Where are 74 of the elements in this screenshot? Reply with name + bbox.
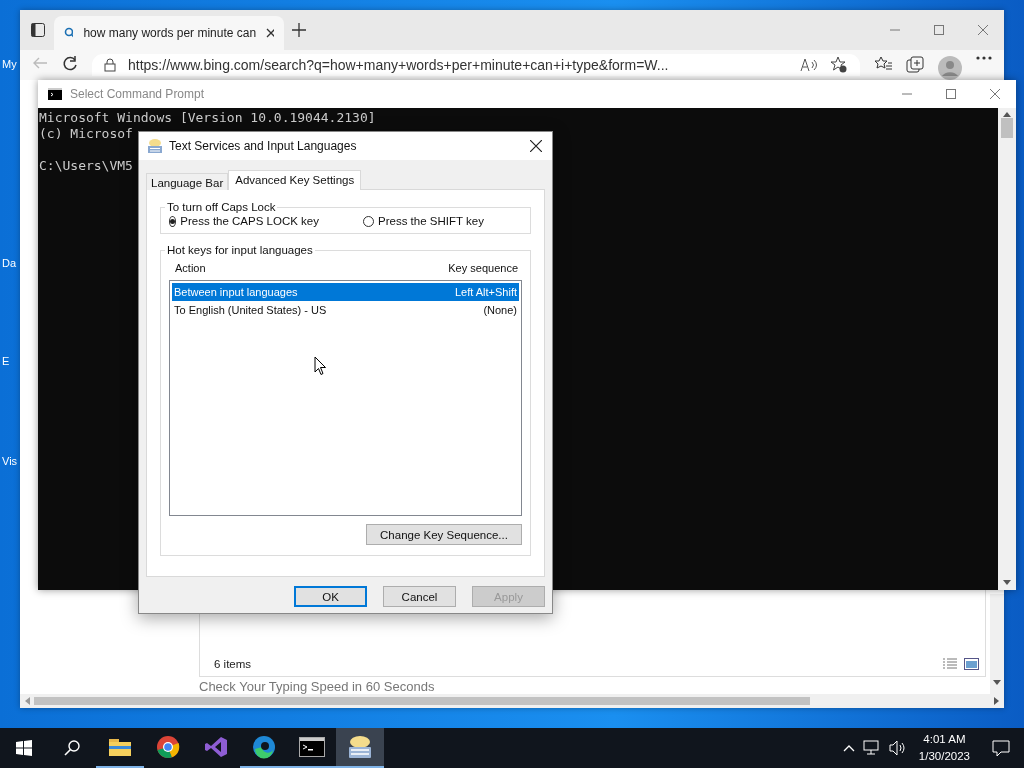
network-icon[interactable] [862, 740, 881, 756]
console-scrollbar[interactable] [998, 108, 1016, 590]
column-header: Key sequence [448, 262, 518, 274]
clock-time: 4:01 AM [923, 732, 966, 747]
mouse-cursor-icon [314, 356, 327, 376]
action-cell: Between input languages [174, 286, 298, 298]
group-label: To turn off Caps Lock [166, 201, 277, 213]
keyboard-icon [346, 734, 374, 760]
lock-icon [104, 58, 116, 72]
edge-icon [252, 735, 276, 759]
chrome-icon [156, 735, 180, 759]
sequence-cell: (None) [483, 304, 517, 316]
window-title: Select Command Prompt [70, 87, 206, 101]
dialog-button[interactable]: Cancel [383, 586, 456, 607]
desktop-icon-label[interactable]: My [2, 58, 17, 70]
horizontal-scrollbar[interactable] [20, 694, 1004, 708]
folder-icon [108, 737, 132, 757]
taskbar-app-button[interactable] [336, 728, 384, 768]
refresh-icon[interactable] [62, 56, 78, 72]
scroll-down-icon[interactable] [1003, 580, 1011, 586]
dialog-button[interactable]: OK [294, 586, 367, 607]
maximize-icon[interactable] [946, 89, 956, 99]
scroll-down-icon[interactable] [993, 680, 1001, 686]
console-line: C:\Users\VM5 [39, 158, 134, 174]
clock[interactable]: 4:01 AM 1/30/2023 [918, 731, 970, 765]
chevron-up-icon[interactable] [842, 744, 855, 752]
address-bar[interactable]: https://www.bing.com/search?q=how+many+words+per+minute+can+i+type&form=W... [92, 54, 860, 76]
vertical-scrollbar[interactable] [990, 594, 1004, 694]
keyboard-icon [147, 138, 163, 154]
result-title[interactable]: Check Your Typing Speed in 60 Seconds [199, 679, 435, 694]
search-icon [64, 27, 74, 39]
scroll-right-icon[interactable] [994, 697, 1000, 705]
column-header: Action [175, 262, 206, 274]
search-icon[interactable] [64, 740, 80, 756]
visual-studio-icon [204, 735, 228, 759]
list-row[interactable]: To English (United States) - US (None) [172, 301, 519, 319]
browser-tab[interactable]: how many words per minute can [54, 16, 284, 50]
radio-label[interactable]: Press the CAPS LOCK key [180, 215, 319, 227]
favorite-star-icon[interactable] [830, 56, 848, 74]
close-icon[interactable] [530, 140, 542, 152]
item-count: 6 items [214, 658, 253, 670]
desktop-icon-label[interactable]: E [2, 355, 10, 367]
list-row[interactable]: Between input languages Left Alt+Shift [172, 283, 519, 301]
radio-button[interactable] [169, 215, 177, 227]
dialog-title: Text Services and Input Languages [169, 139, 358, 153]
more-options-icon[interactable] [976, 56, 992, 60]
read-aloud-icon[interactable] [800, 58, 818, 72]
dialog-tab[interactable]: Advanced Key Settings [228, 170, 362, 190]
action-cell: To English (United States) - US [174, 304, 327, 316]
console-icon [48, 88, 62, 100]
radio-label[interactable]: Press the SHIFT key [378, 215, 484, 227]
speaker-icon[interactable] [888, 740, 907, 756]
change-key-sequence-button[interactable]: Change Key Sequence... [366, 524, 522, 545]
desktop-icon-label[interactable]: Da [2, 257, 17, 269]
clock-date: 1/30/2023 [918, 749, 970, 764]
close-icon[interactable] [266, 28, 274, 38]
tab-actions-icon[interactable] [30, 22, 46, 38]
collections-icon[interactable] [906, 56, 924, 74]
sequence-cell: Left Alt+Shift [454, 286, 517, 298]
desktop-icon-label[interactable]: Vis [2, 455, 18, 467]
scroll-thumb[interactable] [1001, 118, 1013, 138]
group-label: Hot keys for input languages [166, 244, 314, 256]
image-view-icon[interactable] [964, 658, 979, 670]
maximize-icon[interactable] [934, 25, 944, 35]
console-line: Microsoft Windows [Version 10.0.19044.2130] [39, 110, 377, 126]
radio-button[interactable] [363, 215, 374, 227]
windows-logo-icon[interactable] [16, 740, 32, 756]
dialog-tab[interactable]: Language Bar [146, 173, 229, 190]
profile-avatar-icon[interactable] [938, 56, 962, 80]
terminal-icon [299, 737, 325, 757]
notification-icon[interactable] [992, 739, 1010, 757]
console-line: (c) Microsof [39, 126, 134, 142]
new-tab-icon[interactable] [292, 23, 306, 37]
favorites-icon[interactable] [874, 56, 892, 72]
